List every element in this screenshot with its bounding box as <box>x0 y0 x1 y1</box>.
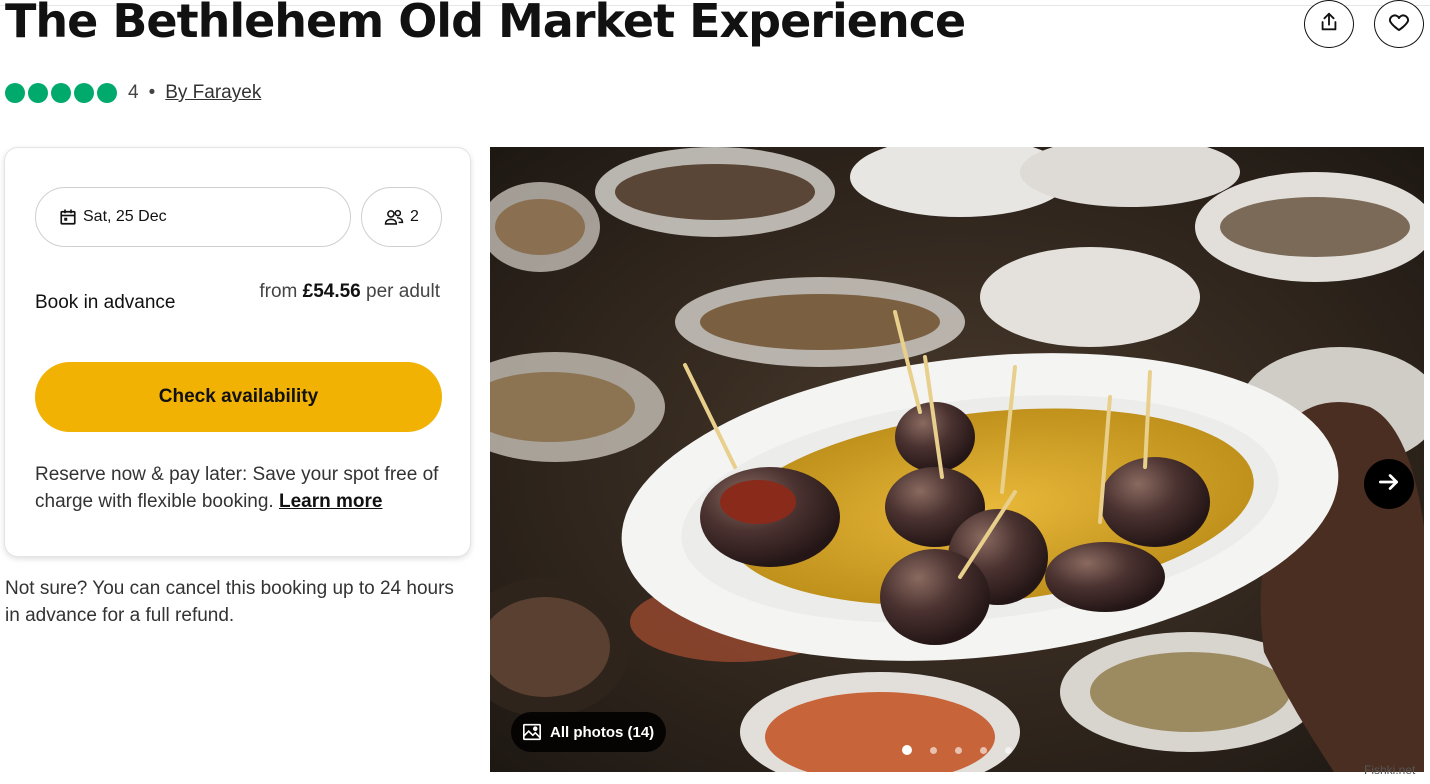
date-label: Sat, 25 Dec <box>83 208 167 225</box>
rating-bubble <box>74 83 94 103</box>
market-food-photo <box>490 147 1424 772</box>
carousel-dot[interactable] <box>1005 746 1012 754</box>
carousel-dot[interactable] <box>902 745 912 755</box>
book-in-advance-label: Book in advance <box>35 292 176 313</box>
heart-icon <box>1387 10 1411 39</box>
all-photos-label: All photos (14) <box>550 723 655 741</box>
rating-bubble <box>97 83 117 103</box>
calendar-icon <box>59 208 77 226</box>
review-count[interactable]: 4 <box>128 82 139 104</box>
cancellation-note: Not sure? You can cancel this booking up… <box>5 578 454 626</box>
carousel-dot[interactable] <box>955 746 962 754</box>
booking-card: Sat, 25 Dec 2 Book in advance from £54.5… <box>4 147 471 557</box>
watermark: Fishki.net <box>1364 763 1416 777</box>
guests-count: 2 <box>410 208 419 225</box>
price-prefix: from <box>259 281 298 302</box>
hero-photo[interactable]: All photos (14) <box>490 147 1424 772</box>
rating-bubble <box>51 83 71 103</box>
rating-row: 4 • By Farayek <box>5 80 261 106</box>
share-icon <box>1318 11 1340 38</box>
check-availability-button[interactable]: Check availability <box>35 362 442 432</box>
carousel-dot[interactable] <box>980 746 987 754</box>
separator-dot: • <box>148 82 156 103</box>
share-button[interactable] <box>1304 0 1354 48</box>
image-icon <box>522 723 542 741</box>
price-suffix: per adult <box>366 281 440 302</box>
page-title: The Bethlehem Old Market Experience <box>5 0 966 48</box>
guests-picker[interactable]: 2 <box>361 187 442 247</box>
date-picker[interactable]: Sat, 25 Dec <box>35 187 351 247</box>
all-photos-button[interactable]: All photos (14) <box>511 712 667 752</box>
people-icon <box>384 208 404 226</box>
arrow-right-icon <box>1376 469 1402 500</box>
author-link[interactable]: By Farayek <box>165 82 261 104</box>
price-info: from £54.56 per adult <box>240 278 440 305</box>
carousel-dots <box>902 745 1030 755</box>
price-value: £54.56 <box>302 281 361 302</box>
next-photo-button[interactable] <box>1364 459 1414 509</box>
carousel-dot[interactable] <box>930 746 937 754</box>
learn-more-link[interactable]: Learn more <box>279 491 382 512</box>
reserve-info: Reserve now & pay later: Save your spot … <box>35 461 450 515</box>
favorite-button[interactable] <box>1374 0 1424 48</box>
rating-bubble <box>28 83 48 103</box>
rating-bubble <box>5 83 25 103</box>
